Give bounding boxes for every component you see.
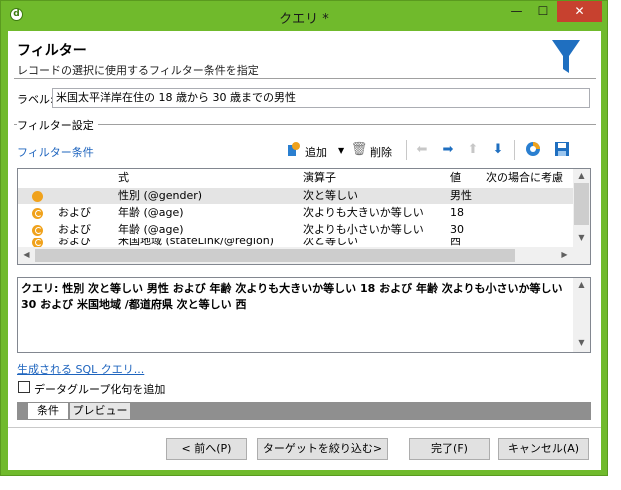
group-divider — [14, 124, 596, 125]
condition-icon — [32, 208, 43, 219]
condition-icon — [32, 225, 43, 236]
query-window: d クエリ * — ☐ ✕ フィルター レコードの選択に使用するフィルター条件を… — [0, 0, 608, 476]
distribution-chart-icon[interactable] — [524, 141, 542, 159]
grid-horizontal-scrollbar[interactable]: ◀ ▶ — [18, 247, 573, 264]
column-header-operator[interactable]: 演算子 — [303, 169, 336, 187]
cancel-button[interactable]: キャンセル(A) — [498, 438, 589, 460]
column-header-expression[interactable]: 式 — [118, 169, 129, 187]
title-bar[interactable]: d クエリ * — ☐ ✕ — [1, 1, 607, 31]
page-subtitle: レコードの選択に使用するフィルター条件を指定 — [17, 64, 259, 77]
grid-vertical-scrollbar[interactable]: ▲ ▼ — [573, 169, 590, 247]
maximize-button[interactable]: ☐ — [530, 1, 556, 22]
table-row[interactable]: および 年齢 (@age) 次よりも大きいか等しい 18 — [18, 205, 573, 221]
save-icon[interactable] — [553, 141, 571, 159]
scroll-down-arrow-icon[interactable]: ▼ — [573, 338, 590, 347]
operator-cell: 次と等しい — [303, 189, 358, 202]
expression-cell: 性別 (@gender) — [118, 189, 203, 202]
value-cell: 18 — [450, 206, 464, 219]
header-divider — [14, 78, 596, 79]
page-title: フィルター — [17, 43, 87, 59]
arrow-right-icon[interactable]: ➡ — [439, 141, 457, 159]
scroll-thumb[interactable] — [574, 183, 589, 225]
add-condition-icon[interactable] — [284, 141, 302, 159]
filter-settings-title: フィルター設定 — [17, 117, 98, 133]
arrow-down-icon[interactable]: ⬇ — [489, 141, 507, 159]
conjunction-cell: および — [58, 238, 91, 247]
scroll-down-arrow-icon[interactable]: ▼ — [573, 233, 590, 242]
footer-divider — [8, 427, 601, 428]
arrow-left-icon[interactable]: ⬅ — [413, 141, 431, 159]
trash-icon[interactable]: 🗑 — [350, 141, 368, 159]
tab-bar: 条件 プレビュー — [17, 402, 591, 420]
value-cell: 男性 — [450, 189, 472, 202]
column-header-value[interactable]: 値 — [450, 169, 461, 187]
add-dropdown-chevron-icon[interactable]: ▼ — [338, 146, 344, 155]
operator-cell: 次よりも大きいか等しい — [303, 206, 424, 219]
generated-sql-link[interactable]: 生成される SQL クエリ... — [17, 361, 144, 377]
operator-cell: 次と等しい — [303, 238, 358, 247]
group-by-checkbox-label[interactable]: データグループ化句を追加 — [34, 381, 165, 397]
minimize-button[interactable]: — — [503, 1, 530, 22]
table-row[interactable]: および 米国地域 (stateLink/@region) 次と等しい 西 — [18, 238, 573, 247]
tab-conditions[interactable]: 条件 — [28, 403, 68, 419]
wizard-header: フィルター レコードの選択に使用するフィルター条件を指定 — [8, 31, 601, 78]
add-button[interactable]: 追加 — [305, 144, 327, 160]
group-by-checkbox[interactable] — [18, 381, 30, 393]
filter-funnel-icon — [552, 40, 580, 73]
conditions-grid[interactable]: 式 演算子 値 次の場合に考慮 性別 (@gender) 次と等しい 男性 およ… — [17, 168, 591, 265]
scroll-up-arrow-icon[interactable]: ▲ — [573, 280, 590, 289]
filter-conditions-title: フィルター条件 — [17, 146, 94, 159]
query-vertical-scrollbar[interactable]: ▲ ▼ — [573, 278, 590, 352]
value-cell: 30 — [450, 223, 464, 236]
operator-cell: 次よりも小さいか等しい — [303, 223, 424, 236]
conjunction-cell: および — [58, 206, 91, 219]
scroll-thumb[interactable] — [35, 249, 515, 262]
table-row[interactable]: および 年齢 (@age) 次よりも小さいか等しい 30 — [18, 222, 573, 238]
condition-root-icon — [32, 191, 43, 202]
narrow-target-button[interactable]: ターゲットを絞り込む> — [257, 438, 388, 460]
finish-button[interactable]: 完了(F) — [409, 438, 490, 460]
label-input[interactable]: 米国太平洋岸在住の 18 歳から 30 歳までの男性 — [52, 88, 590, 108]
scroll-left-arrow-icon[interactable]: ◀ — [18, 250, 35, 259]
tab-preview[interactable]: プレビュー — [70, 403, 130, 419]
query-summary-text: クエリ: 性別 次と等しい 男性 および 年齢 次よりも大きいか等しい 18 お… — [21, 282, 563, 311]
delete-button[interactable]: 削除 — [370, 144, 392, 160]
scroll-corner — [573, 247, 590, 264]
query-summary-box[interactable]: クエリ: 性別 次と等しい 男性 および 年齢 次よりも大きいか等しい 18 お… — [17, 277, 591, 353]
arrow-up-icon[interactable]: ⬆ — [464, 141, 482, 159]
expression-cell: 米国地域 (stateLink/@region) — [118, 238, 274, 247]
expression-cell: 年齢 (@age) — [118, 223, 184, 236]
toolbar-separator — [406, 140, 407, 160]
label-field-label: ラベル: — [17, 93, 54, 106]
back-button[interactable]: < 前へ(P) — [166, 438, 247, 460]
value-cell: 西 — [450, 238, 461, 247]
expression-cell: 年齢 (@age) — [118, 206, 184, 219]
condition-icon — [32, 238, 43, 247]
toolbar-separator — [514, 140, 515, 160]
column-header-consider-when[interactable]: 次の場合に考慮 — [486, 169, 563, 187]
scroll-up-arrow-icon[interactable]: ▲ — [573, 171, 590, 180]
close-button[interactable]: ✕ — [557, 1, 602, 22]
conjunction-cell: および — [58, 223, 91, 236]
table-row[interactable]: 性別 (@gender) 次と等しい 男性 — [18, 188, 573, 204]
dialog-body: フィルター レコードの選択に使用するフィルター条件を指定 ラベル: 米国太平洋岸… — [8, 31, 601, 470]
scroll-right-arrow-icon[interactable]: ▶ — [556, 250, 573, 259]
